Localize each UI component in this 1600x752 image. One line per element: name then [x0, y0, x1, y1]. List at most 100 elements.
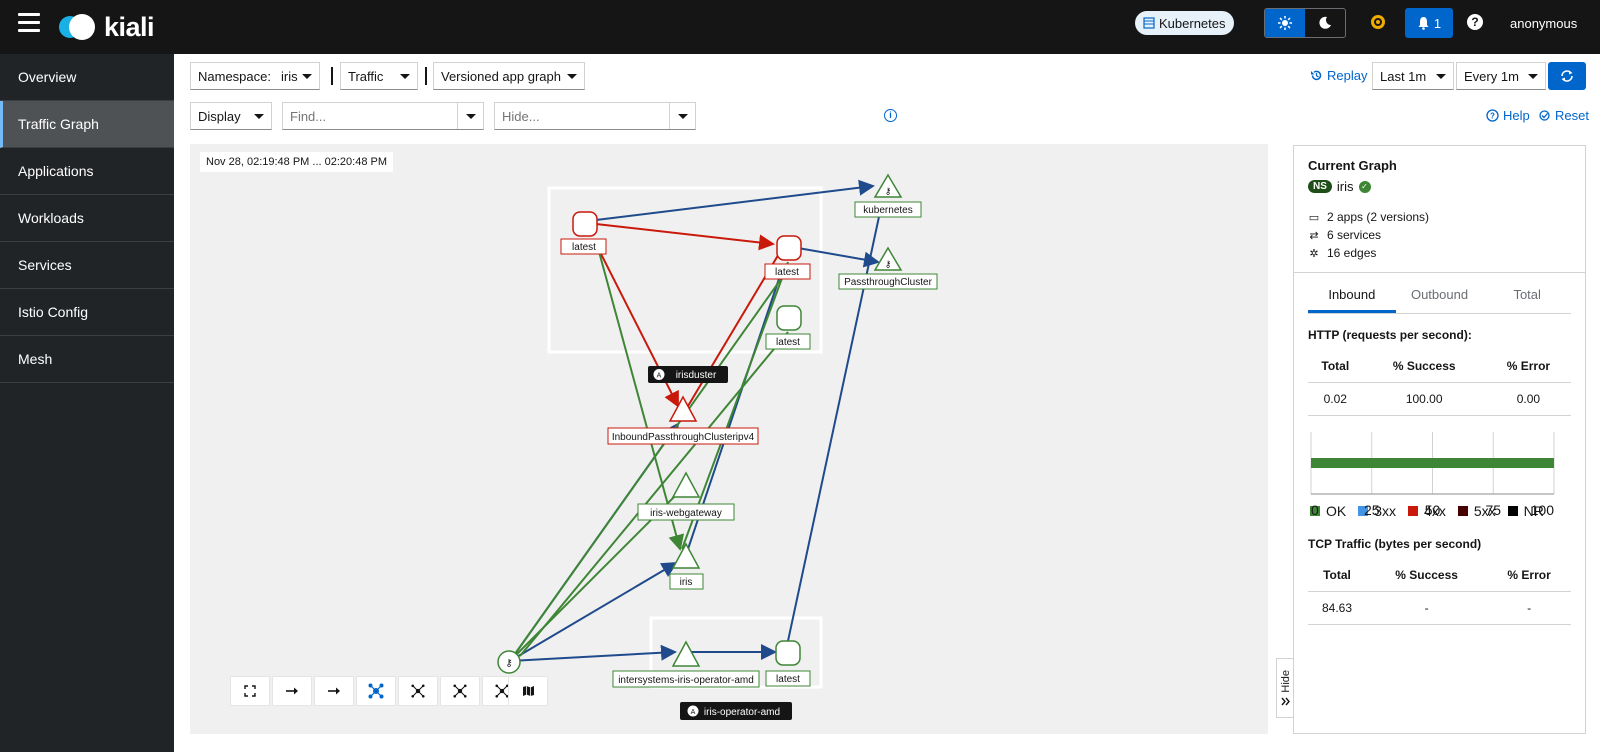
topology-icon [453, 684, 467, 698]
namespace-name[interactable]: iris [1337, 179, 1354, 194]
http-rate-bar-chart: 0 25 50 75 100 [1310, 432, 1555, 518]
duration-select[interactable]: Last 1m [1372, 62, 1454, 90]
node-operator[interactable]: intersystems-iris-operator-amd [612, 640, 760, 688]
sidebar-item-services[interactable]: Services [0, 242, 174, 289]
edge[interactable] [595, 179, 875, 221]
sidebar-item-mesh[interactable]: Mesh [0, 336, 174, 383]
edges-stat-text: 16 edges [1327, 246, 1377, 260]
chevron-down-icon [465, 113, 476, 119]
box-operator-label: iris-operator-amd [704, 707, 780, 718]
reset-button[interactable]: Reset [1538, 108, 1589, 123]
traffic-graph[interactable]: latest latest latest ⚷ kubernetes ⚷ Pass… [190, 144, 1268, 734]
toolbar-divider [331, 67, 333, 85]
help-icon[interactable]: ? [1467, 14, 1483, 30]
node-n1[interactable]: latest [560, 211, 607, 255]
tab-inbound[interactable]: Inbound [1308, 281, 1396, 313]
node-n2[interactable]: latest [764, 235, 811, 280]
tcp-value-success: - [1366, 591, 1488, 625]
namespace-select[interactable]: Namespace: iris [190, 62, 320, 90]
sidebar-item-applications[interactable]: Applications [0, 148, 174, 195]
topology-icon: ✲ [1309, 247, 1319, 260]
graph-type-select[interactable]: Versioned app graph [433, 62, 585, 90]
edge[interactable] [509, 271, 787, 662]
sidebar-item-workloads[interactable]: Workloads [0, 195, 174, 242]
tcp-header-success: % Success [1366, 559, 1488, 592]
kiali-logo[interactable]: kiali [58, 9, 155, 45]
display-select[interactable]: Display [190, 102, 272, 130]
http-header-success: % Success [1362, 350, 1486, 383]
menu-toggle-icon[interactable] [18, 13, 40, 33]
sidebar-item-traffic-graph[interactable]: Traffic Graph [0, 101, 174, 148]
dark-theme-button[interactable] [1305, 9, 1345, 37]
chart-tick-label: 0 [1311, 502, 1319, 518]
replay-button[interactable]: Replay [1310, 68, 1367, 83]
node-n4[interactable]: latest [765, 640, 811, 687]
cluster-chip[interactable]: Kubernetes [1135, 11, 1234, 35]
edges-stat: ✲ 16 edges [1308, 246, 1571, 260]
key-icon: ⚷ [885, 260, 892, 270]
tcp-title: TCP Traffic (bytes per second) [1308, 537, 1482, 551]
traffic-tabs: Inbound Outbound Total [1308, 281, 1571, 314]
tab-total[interactable]: Total [1483, 281, 1571, 313]
find-hide-info-icon[interactable]: i [884, 109, 897, 122]
sidebar-item-overview[interactable]: Overview [0, 54, 174, 101]
light-theme-button[interactable] [1265, 9, 1305, 37]
node-ingress[interactable]: ⚷ [497, 650, 521, 674]
graph-type-label: Versioned app graph [441, 68, 561, 84]
sun-icon [1278, 16, 1292, 30]
traffic-select[interactable]: Traffic [340, 62, 418, 90]
http-rate-chart: 0 25 50 75 100 [1310, 432, 1560, 518]
user-menu[interactable]: anonymous [1510, 16, 1577, 31]
topology-icon [495, 684, 509, 698]
legend-button[interactable] [508, 676, 548, 706]
find-input-group [282, 102, 484, 130]
refresh-button[interactable] [1548, 62, 1586, 90]
refresh-interval-select[interactable]: Every 1m [1456, 62, 1546, 90]
http-table: Total % Success % Error 0.02 100.00 0.00 [1308, 350, 1571, 416]
namespace-row: NS iris ✓ [1308, 179, 1571, 194]
notifications-button[interactable]: 1 [1405, 8, 1453, 38]
istio-status-icon[interactable] [1371, 15, 1385, 29]
tab-outbound[interactable]: Outbound [1396, 281, 1484, 313]
edge[interactable] [797, 247, 880, 268]
chevron-down-icon [254, 113, 264, 119]
arrow-right-icon [328, 687, 340, 695]
chevron-down-icon [567, 73, 577, 79]
tcp-header-total: Total [1308, 559, 1367, 592]
http-value-success: 100.00 [1362, 382, 1486, 416]
fullscreen-button[interactable] [230, 676, 270, 706]
zoom-out-button[interactable] [314, 676, 354, 706]
reset-icon [1539, 110, 1550, 121]
node-n3-label: latest [776, 337, 800, 348]
node-iriscluster-box-label[interactable]: A irisduster [648, 366, 728, 383]
topology-icon [368, 683, 384, 699]
node-operator-box-label[interactable]: A iris-operator-amd [680, 702, 792, 720]
graph-canvas[interactable]: Nov 28, 02:19:48 PM ... 02:20:48 PM late… [190, 144, 1268, 734]
hide-input[interactable] [495, 103, 669, 129]
find-input[interactable] [283, 103, 457, 129]
bell-icon [1418, 17, 1429, 30]
layout-1-button[interactable] [398, 676, 438, 706]
find-dropdown-button[interactable] [457, 103, 483, 129]
node-passthrough[interactable]: ⚷ PassthroughCluster [838, 246, 938, 290]
sidebar: Overview Traffic Graph Applications Work… [0, 54, 174, 752]
chevron-down-icon [1528, 73, 1538, 79]
chart-tick-label: 100 [1531, 502, 1555, 518]
help-label: Help [1503, 108, 1530, 123]
layout-2-button[interactable] [440, 676, 480, 706]
svg-text:?: ? [1490, 112, 1495, 121]
node-n3[interactable]: latest [765, 305, 811, 350]
node-kubernetes[interactable]: ⚷ kubernetes [854, 173, 922, 218]
sidebar-item-istio-config[interactable]: Istio Config [0, 289, 174, 336]
hide-panel-label: Hide [1279, 670, 1292, 693]
node-inbound-label: InboundPassthroughClusteripv4 [612, 432, 755, 443]
hide-dropdown-button[interactable] [669, 103, 695, 129]
edge[interactable] [595, 223, 775, 251]
help-button[interactable]: ? Help [1486, 108, 1530, 123]
refresh-interval-label: Every 1m [1464, 68, 1519, 84]
http-value-error: 0.00 [1485, 382, 1571, 416]
layout-default-button[interactable] [356, 676, 396, 706]
zoom-in-button[interactable] [272, 676, 312, 706]
http-header-total: Total [1308, 350, 1363, 383]
node-iris[interactable]: iris [669, 542, 704, 590]
